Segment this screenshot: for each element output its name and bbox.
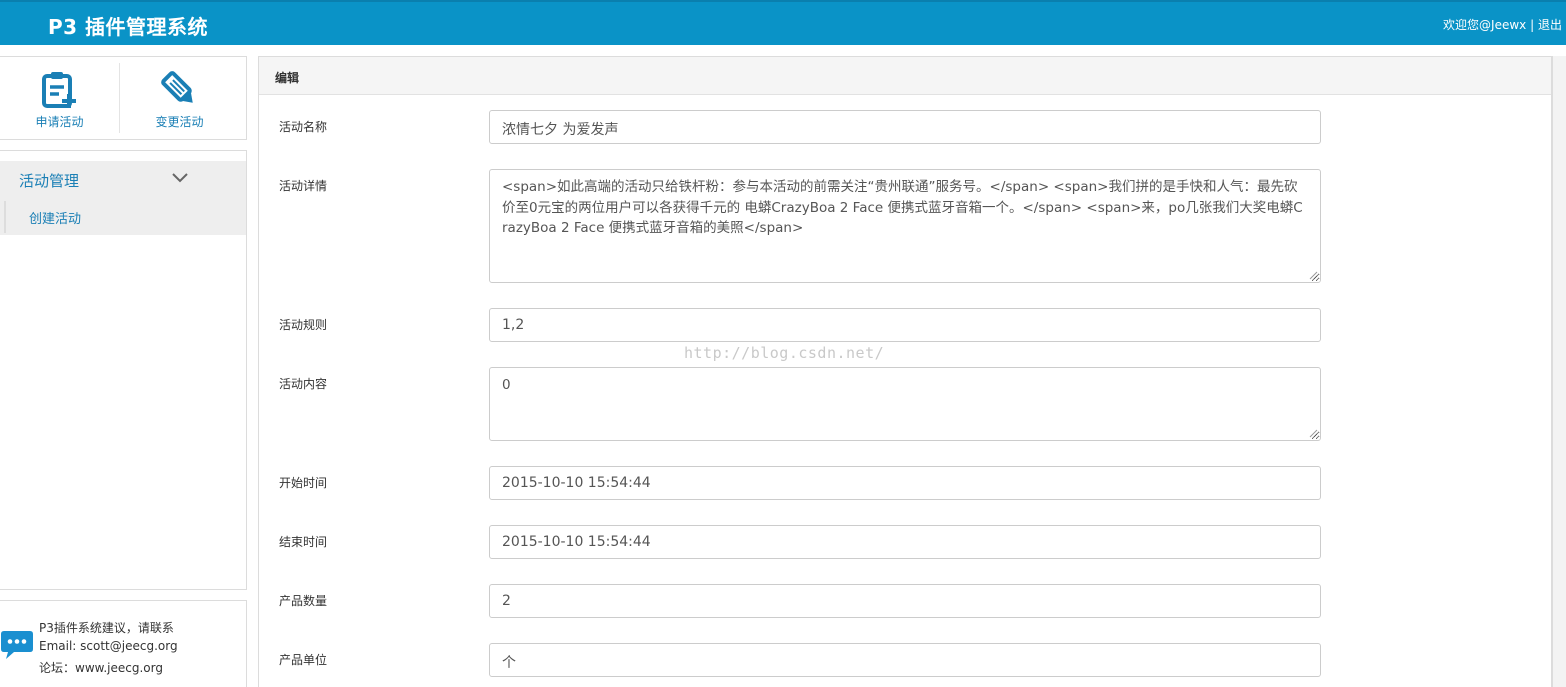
logout-link[interactable]: 退出	[1538, 18, 1562, 32]
contact-line-forum: 论坛：www.jeecg.org	[39, 661, 163, 675]
detail-label: 活动详情	[279, 179, 328, 193]
detail-text: <span>如此高端的活动只给铁杆粉：参与本活动的前需关注“贵州联通”服务号。<…	[502, 179, 1303, 236]
chat-bubble-icon	[1, 631, 33, 659]
welcome-text: 欢迎您@Jeewx	[1443, 18, 1527, 32]
shortcut-panel: 申请活动 变更活动	[0, 56, 247, 140]
apply-activity-label: 申请活动	[35, 115, 84, 129]
rule-label: 活动规则	[279, 318, 328, 332]
top-header: P3 插件管理系统 欢迎您@Jeewx | 退出	[0, 0, 1566, 45]
name-label: 活动名称	[279, 120, 328, 134]
menu-item-indicator	[4, 201, 6, 233]
contact-line-suggest: P3插件系统建议，请联系	[39, 621, 174, 635]
header-separator: |	[1530, 18, 1535, 32]
name-input[interactable]: 浓情七夕 为爱发声	[489, 110, 1321, 144]
end-time-label: 结束时间	[279, 535, 328, 549]
change-activity-label: 变更活动	[155, 115, 204, 129]
panel-title: 编辑	[275, 71, 300, 85]
quantity-label: 产品数量	[279, 594, 328, 608]
end-time-input[interactable]: 2015-10-10 15:54:44	[489, 525, 1321, 559]
resize-grip-icon[interactable]	[1309, 271, 1318, 280]
unit-input[interactable]: 个	[489, 643, 1321, 677]
rule-input[interactable]: 1,2	[489, 308, 1321, 342]
unit-label: 产品单位	[279, 653, 328, 667]
watermark-text: http://blog.csdn.net/	[684, 344, 885, 362]
sidebar-menu: 活动管理 创建活动	[0, 150, 247, 590]
content-label: 活动内容	[279, 377, 328, 391]
change-activity-shortcut[interactable]: 变更活动	[120, 57, 239, 141]
panel-header: 编辑	[259, 57, 1551, 95]
start-time-label: 开始时间	[279, 476, 328, 490]
apply-activity-shortcut[interactable]: 申请活动	[0, 57, 119, 141]
scrollbar[interactable]	[1552, 56, 1566, 687]
quantity-input[interactable]: 2	[489, 584, 1321, 618]
start-time-input[interactable]: 2015-10-10 15:54:44	[489, 466, 1321, 500]
user-area: 欢迎您@Jeewx | 退出	[1443, 16, 1562, 33]
content-textarea[interactable]: 0	[489, 367, 1321, 441]
chevron-down-icon[interactable]	[172, 173, 188, 183]
contact-line-email: Email: scott@jeecg.org	[39, 639, 178, 653]
sidebar-item-create-activity[interactable]: 创建活动	[29, 208, 81, 227]
pencil-icon	[160, 71, 193, 103]
clipboard-plus-icon	[41, 72, 76, 108]
content-text: 0	[502, 377, 511, 393]
menu-group-activity: 活动管理 创建活动	[0, 161, 246, 235]
detail-textarea[interactable]: <span>如此高端的活动只给铁杆粉：参与本活动的前需关注“贵州联通”服务号。<…	[489, 169, 1321, 283]
app-title: P3 插件管理系统	[48, 15, 209, 39]
resize-grip-icon[interactable]	[1309, 429, 1318, 438]
menu-group-title[interactable]: 活动管理	[19, 170, 79, 191]
contact-panel: P3插件系统建议，请联系 Email: scott@jeecg.org 论坛：w…	[0, 600, 247, 687]
